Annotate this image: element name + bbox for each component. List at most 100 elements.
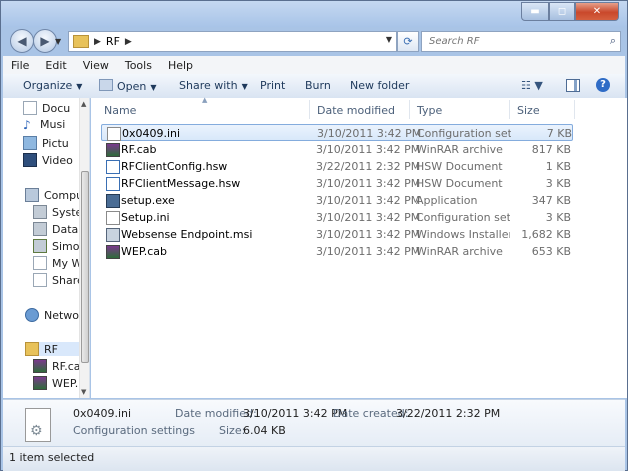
file-date-modified: 3/10/2011 3:42 PM — [316, 211, 421, 224]
maximize-button[interactable]: ◻ — [549, 2, 575, 21]
scroll-up-icon[interactable]: ▲ — [81, 100, 86, 108]
nav-item-rf-cab[interactable]: RF.ca — [33, 359, 81, 373]
nav-item-system-drive[interactable]: Syste — [33, 205, 82, 219]
column-divider[interactable] — [309, 100, 310, 119]
nav-item-network-drive-share[interactable]: Share — [33, 273, 84, 287]
back-arrow-icon: ◀ — [17, 34, 27, 48]
file-type: Application — [416, 194, 478, 207]
file-size: 3 KB — [545, 177, 571, 190]
nav-item-pictures[interactable]: Pictu — [23, 136, 69, 150]
menu-tools[interactable]: Tools — [117, 59, 160, 72]
file-date-modified: 3/22/2011 2:32 PM — [316, 160, 421, 173]
share-with-button[interactable]: Share with ▼ — [179, 79, 248, 92]
nav-item-wep-cab[interactable]: WEP. — [33, 376, 78, 390]
drive-icon — [33, 205, 47, 219]
file-name: 0x0409.ini — [122, 127, 181, 140]
menu-edit[interactable]: Edit — [37, 59, 74, 72]
preview-pane-icon[interactable] — [566, 79, 580, 92]
file-row[interactable]: Websense Endpoint.msi 3/10/2011 3:42 PM … — [101, 226, 573, 243]
file-size: 7 KB — [546, 127, 572, 140]
file-size: 1 KB — [545, 160, 571, 173]
winrar-archive-icon — [106, 143, 120, 157]
refresh-button[interactable]: ⟳ — [397, 31, 419, 52]
nav-item-computer[interactable]: Compu — [25, 188, 83, 202]
nav-item-videos[interactable]: Video — [23, 153, 73, 167]
msi-installer-icon — [106, 228, 120, 242]
nav-item-music[interactable]: ♪ Musi — [23, 118, 65, 131]
nav-item-rf-folder[interactable]: RF — [25, 342, 80, 356]
column-name[interactable]: Name — [104, 104, 136, 117]
command-bar: Organize ▼ Open ▼ Share with ▼ Print Burn N… — [3, 74, 625, 99]
back-button[interactable]: ◀ — [10, 29, 34, 53]
pictures-icon — [23, 136, 37, 150]
file-type: HSW Document — [416, 160, 503, 173]
column-divider[interactable] — [409, 100, 410, 119]
nav-item-network-drive-myw[interactable]: My W — [33, 256, 82, 270]
videos-icon — [23, 153, 37, 167]
file-row[interactable]: WEP.cab 3/10/2011 3:42 PM WinRAR archive… — [101, 243, 573, 260]
breadcrumb-rf[interactable]: RF — [106, 35, 120, 48]
change-view-icon[interactable]: ☷ ▼ — [521, 79, 543, 92]
nav-item-network[interactable]: Netwo — [25, 308, 79, 322]
file-date-modified: 3/10/2011 3:42 PM — [316, 143, 421, 156]
network-drive-icon — [33, 273, 47, 287]
organize-button[interactable]: Organize ▼ — [23, 79, 82, 92]
close-button[interactable]: ✕ — [575, 2, 619, 21]
address-bar[interactable]: ▶ RF ▶ ▼ — [68, 31, 397, 52]
column-type[interactable]: Type — [417, 104, 442, 117]
file-row[interactable]: RF.cab 3/10/2011 3:42 PM WinRAR archive … — [101, 141, 573, 158]
open-label: Open — [117, 80, 147, 93]
minimize-button[interactable]: ▬ — [521, 2, 549, 21]
scroll-down-icon[interactable]: ▼ — [81, 388, 86, 396]
status-bar: 1 item selected — [3, 446, 625, 471]
breadcrumb-chevron-icon[interactable]: ▶ — [125, 37, 132, 47]
file-size: 653 KB — [531, 245, 571, 258]
nav-scrollbar[interactable]: ▲ ▼ — [79, 98, 89, 398]
nav-item-network-drive-simo[interactable]: Simo — [33, 239, 79, 253]
network-drive-icon — [33, 256, 47, 270]
breadcrumb-chevron-icon[interactable]: ▶ — [94, 37, 101, 47]
file-list[interactable]: ▲ Name Date modified Type Size 0x0409.in… — [91, 96, 627, 398]
recent-pages-dropdown[interactable]: ▼ — [55, 37, 61, 46]
column-size[interactable]: Size — [517, 104, 540, 117]
nav-item-documents[interactable]: Docu — [23, 101, 70, 115]
nav-item-data-drive[interactable]: Data — [33, 222, 78, 236]
file-size: 817 KB — [531, 143, 571, 156]
file-row[interactable]: RFClientConfig.hsw 3/22/2011 2:32 PM HSW… — [101, 158, 573, 175]
file-size: 347 KB — [531, 194, 571, 207]
nav-scroll-thumb[interactable] — [81, 171, 89, 363]
file-row[interactable]: Setup.ini 3/10/2011 3:42 PM Configuratio… — [101, 209, 573, 226]
search-input[interactable] — [427, 35, 601, 48]
winrar-archive-icon — [106, 245, 120, 259]
menu-view[interactable]: View — [75, 59, 117, 72]
file-date-modified: 3/10/2011 3:42 PM — [316, 245, 421, 258]
file-size: 1,682 KB — [521, 228, 571, 241]
network-drive-icon — [33, 239, 47, 253]
music-icon: ♪ — [23, 117, 31, 132]
document-icon — [106, 160, 120, 174]
column-divider[interactable] — [509, 100, 510, 119]
search-icon[interactable]: ⌕ — [610, 34, 616, 48]
column-date-modified[interactable]: Date modified — [317, 104, 395, 117]
new-folder-button[interactable]: New folder — [350, 79, 409, 92]
column-divider[interactable] — [574, 100, 575, 119]
search-box[interactable]: ⌕ — [421, 31, 621, 52]
file-type: Windows Installer ... — [416, 228, 510, 241]
file-row[interactable]: RFClientMessage.hsw 3/10/2011 3:42 PM HS… — [101, 175, 573, 192]
file-date-modified: 3/10/2011 3:42 PM — [316, 194, 421, 207]
forward-button[interactable]: ▶ — [33, 29, 57, 53]
address-history-dropdown[interactable]: ▼ — [386, 35, 392, 44]
title-bar[interactable]: ▬ ◻ ✕ — [1, 1, 627, 27]
file-row[interactable]: 0x0409.ini 3/10/2011 3:42 PM Configurati… — [101, 124, 573, 141]
help-icon[interactable]: ? — [596, 78, 610, 92]
menu-file[interactable]: File — [3, 59, 37, 72]
document-icon — [106, 177, 120, 191]
menu-help[interactable]: Help — [160, 59, 201, 72]
print-label: Print — [260, 79, 286, 92]
navigation-pane[interactable]: Docu ♪ Musi Pictu Video Compu Syste Data … — [3, 98, 90, 398]
file-row[interactable]: setup.exe 3/10/2011 3:42 PM Application … — [101, 192, 573, 209]
burn-button[interactable]: Burn — [305, 79, 331, 92]
open-button[interactable]: Open ▼ — [99, 79, 157, 93]
print-button[interactable]: Print — [260, 79, 285, 92]
file-name: RF.cab — [121, 143, 157, 156]
